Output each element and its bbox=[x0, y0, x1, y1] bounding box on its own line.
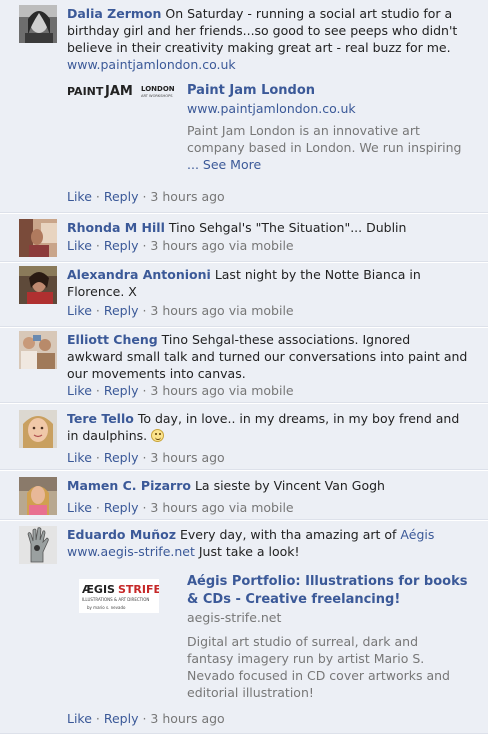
reply-link[interactable]: Reply bbox=[104, 189, 139, 204]
comment-author[interactable]: Rhonda M Hill bbox=[67, 220, 165, 235]
comment-actions: Like · Reply · 3 hours ago bbox=[67, 710, 468, 727]
comment-text-after: Just take a look! bbox=[198, 544, 300, 559]
comment-body: Alexandra Antonioni Last night by the No… bbox=[67, 266, 468, 300]
aegis-strife-logo[interactable]: ÆGIS STRIFE ILLUSTRATIONS & ART DIRECTIO… bbox=[79, 579, 161, 613]
like-link[interactable]: Like bbox=[67, 500, 92, 515]
comment-body: Rhonda M Hill Tino Sehgal's "The Situati… bbox=[67, 219, 468, 236]
comment-author[interactable]: Dalia Zermon bbox=[67, 6, 161, 21]
via-label: via mobile bbox=[228, 303, 294, 318]
smiley-icon bbox=[151, 429, 165, 442]
like-link[interactable]: Like bbox=[67, 189, 92, 204]
avatar[interactable] bbox=[19, 410, 57, 448]
like-link[interactable]: Like bbox=[67, 383, 92, 398]
svg-text:PAINT: PAINT bbox=[67, 85, 104, 98]
like-link[interactable]: Like bbox=[67, 303, 92, 318]
comment-actions: Like · Reply · 3 hours ago bbox=[67, 188, 468, 205]
comment-item: Rhonda M Hill Tino Sehgal's "The Situati… bbox=[0, 214, 488, 262]
timestamp[interactable]: 3 hours ago bbox=[150, 500, 224, 515]
comment-body: Dalia Zermon On Saturday - running a soc… bbox=[67, 5, 468, 73]
comment-item: Eduardo Muñoz Every day, with tha amazin… bbox=[0, 521, 488, 734]
like-link[interactable]: Like bbox=[67, 450, 92, 465]
svg-text:STRIFE: STRIFE bbox=[118, 583, 159, 596]
avatar[interactable] bbox=[19, 331, 57, 369]
attachment-title[interactable]: Aégis Portfolio: Illustrations for books… bbox=[187, 573, 468, 609]
comment-body: Eduardo Muñoz Every day, with tha amazin… bbox=[67, 526, 468, 560]
mention-link[interactable]: Aégis bbox=[400, 527, 434, 542]
comment-item: Mamen C. Pizarro La sieste by Vincent Va… bbox=[0, 471, 488, 520]
link-attachment[interactable]: PAINT JAM LONDON ART WORKSHOPS Paint Jam… bbox=[67, 82, 468, 177]
comment-author[interactable]: Alexandra Antonioni bbox=[67, 267, 211, 282]
comment-body: Tere Tello To day, in love.. in my dream… bbox=[67, 410, 468, 444]
paintjam-logo[interactable]: PAINT JAM LONDON ART WORKSHOPS bbox=[67, 82, 177, 102]
comment-item: Tere Tello To day, in love.. in my dream… bbox=[0, 404, 488, 470]
avatar[interactable] bbox=[19, 5, 57, 43]
comment-author[interactable]: Eduardo Muñoz bbox=[67, 527, 176, 542]
attachment-description: Digital art studio of surreal, dark and … bbox=[187, 634, 450, 700]
avatar[interactable] bbox=[19, 477, 57, 515]
comment-actions: Like · Reply · 3 hours ago via mobile bbox=[67, 237, 468, 254]
svg-text:ILLUSTRATIONS & ART DIRECTION: ILLUSTRATIONS & ART DIRECTION bbox=[82, 597, 149, 602]
separator: · bbox=[95, 238, 104, 253]
separator: · bbox=[95, 711, 104, 726]
comments-feed: Dalia Zermon On Saturday - running a soc… bbox=[0, 0, 492, 734]
timestamp[interactable]: 3 hours ago bbox=[150, 303, 224, 318]
avatar[interactable] bbox=[19, 219, 57, 257]
svg-text:ART WORKSHOPS: ART WORKSHOPS bbox=[141, 94, 173, 98]
link-attachment[interactable]: ÆGIS STRIFE ILLUSTRATIONS & ART DIRECTIO… bbox=[67, 573, 468, 703]
avatar[interactable] bbox=[19, 526, 57, 564]
comment-link[interactable]: www.aegis-strife.net bbox=[67, 544, 195, 559]
separator: · bbox=[95, 189, 104, 204]
attachment-title[interactable]: Paint Jam London bbox=[187, 82, 468, 100]
reply-link[interactable]: Reply bbox=[104, 303, 139, 318]
comment-item: Elliott Cheng Tino Sehgal-these associat… bbox=[0, 328, 488, 403]
via-label: via mobile bbox=[228, 238, 294, 253]
separator: · bbox=[95, 450, 104, 465]
reply-link[interactable]: Reply bbox=[104, 500, 139, 515]
timestamp[interactable]: 3 hours ago bbox=[150, 450, 224, 465]
attachment-description: Paint Jam London is an innovative art co… bbox=[187, 122, 468, 173]
timestamp[interactable]: 3 hours ago bbox=[150, 383, 224, 398]
comment-text: Tino Sehgal's "The Situation"... Dublin bbox=[168, 220, 407, 235]
via-label: via mobile bbox=[228, 383, 294, 398]
comment-text: La sieste by Vincent Van Gogh bbox=[194, 478, 385, 493]
like-link[interactable]: Like bbox=[67, 238, 92, 253]
timestamp[interactable]: 3 hours ago bbox=[150, 711, 224, 726]
comment-body: Elliott Cheng Tino Sehgal-these associat… bbox=[67, 331, 468, 382]
comment-item: Alexandra Antonioni Last night by the No… bbox=[0, 263, 488, 327]
comment-body: Mamen C. Pizarro La sieste by Vincent Va… bbox=[67, 477, 468, 494]
comment-author[interactable]: Elliott Cheng bbox=[67, 332, 158, 347]
comment-author[interactable]: Tere Tello bbox=[67, 411, 134, 426]
separator: · bbox=[95, 500, 104, 515]
timestamp[interactable]: 3 hours ago bbox=[150, 189, 224, 204]
separator: · bbox=[95, 383, 104, 398]
svg-text:by mario s. nevado: by mario s. nevado bbox=[87, 605, 126, 610]
svg-text:ÆGIS: ÆGIS bbox=[82, 583, 115, 596]
svg-text:LONDON: LONDON bbox=[141, 85, 175, 93]
attachment-url[interactable]: www.paintjamlondon.co.uk bbox=[187, 100, 468, 118]
avatar[interactable] bbox=[19, 266, 57, 304]
reply-link[interactable]: Reply bbox=[104, 711, 139, 726]
separator: · bbox=[95, 303, 104, 318]
attachment-text: Paint Jam London www.paintjamlondon.co.u… bbox=[187, 82, 468, 173]
reply-link[interactable]: Reply bbox=[104, 238, 139, 253]
timestamp[interactable]: 3 hours ago bbox=[150, 238, 224, 253]
like-link[interactable]: Like bbox=[67, 711, 92, 726]
reply-link[interactable]: Reply bbox=[104, 450, 139, 465]
attachment-desc-text: Paint Jam London is an innovative art co… bbox=[187, 123, 462, 155]
attachment-text: Aégis Portfolio: Illustrations for books… bbox=[187, 573, 468, 701]
svg-text:JAM: JAM bbox=[104, 84, 133, 99]
comment-actions: Like · Reply · 3 hours ago via mobile bbox=[67, 499, 468, 516]
comment-actions: Like · Reply · 3 hours ago via mobile bbox=[67, 382, 468, 399]
reply-link[interactable]: Reply bbox=[104, 383, 139, 398]
attachment-url[interactable]: aegis-strife.net bbox=[187, 609, 468, 627]
comment-actions: Like · Reply · 3 hours ago bbox=[67, 449, 468, 466]
comment-item: Dalia Zermon On Saturday - running a soc… bbox=[0, 0, 488, 213]
via-label: via mobile bbox=[228, 500, 294, 515]
comment-link[interactable]: www.paintjamlondon.co.uk bbox=[67, 57, 236, 72]
comment-author[interactable]: Mamen C. Pizarro bbox=[67, 478, 191, 493]
comment-actions: Like · Reply · 3 hours ago via mobile bbox=[67, 302, 468, 319]
see-more-link[interactable]: ... See More bbox=[187, 157, 261, 172]
comment-text: Every day, with tha amazing art of bbox=[179, 527, 397, 542]
